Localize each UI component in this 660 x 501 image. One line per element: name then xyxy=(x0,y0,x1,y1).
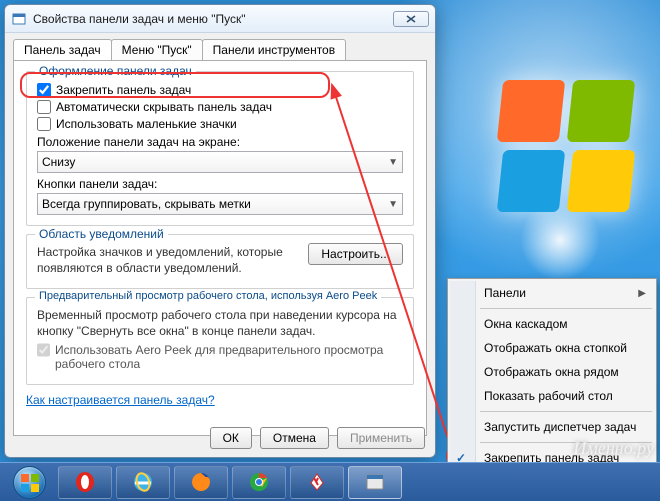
titlebar[interactable]: Свойства панели задач и меню "Пуск" xyxy=(5,5,435,33)
taskbar-app-yandex[interactable] xyxy=(290,466,344,499)
tab-startmenu[interactable]: Меню "Пуск" xyxy=(111,39,203,60)
cancel-button[interactable]: Отмена xyxy=(260,427,329,449)
opera-icon xyxy=(74,471,96,493)
group-heading: Оформление панели задач xyxy=(35,64,196,78)
menu-label: Показать рабочий стол xyxy=(484,389,613,403)
firefox-icon xyxy=(190,471,212,493)
menu-label: Отображать окна стопкой xyxy=(484,341,627,355)
group-aero-peek: Предварительный просмотр рабочего стола,… xyxy=(26,297,414,385)
taskbar-app-ie[interactable] xyxy=(116,466,170,499)
chrome-icon xyxy=(248,471,270,493)
close-icon xyxy=(406,15,416,23)
menu-item-task-manager[interactable]: Запустить диспетчер задач xyxy=(450,415,654,439)
label-autohide: Автоматически скрывать панель задач xyxy=(56,100,272,114)
tab-page: Оформление панели задач Закрепить панель… xyxy=(13,60,427,436)
taskbar[interactable] xyxy=(0,462,660,501)
dialog-buttons: ОК Отмена Применить xyxy=(210,427,425,449)
label-smallicons: Использовать маленькие значки xyxy=(56,117,237,131)
explorer-icon xyxy=(364,471,386,493)
apply-button[interactable]: Применить xyxy=(337,427,425,449)
help-link[interactable]: Как настраивается панель задач? xyxy=(26,393,215,407)
submenu-arrow-icon: ▶ xyxy=(638,288,646,299)
tab-taskbar[interactable]: Панель задач xyxy=(13,39,112,60)
group-heading: Область уведомлений xyxy=(35,227,168,241)
windows-logo xyxy=(500,80,640,220)
peek-desc: Временный просмотр рабочего стола при на… xyxy=(37,308,403,339)
menu-separator xyxy=(480,411,652,412)
start-button[interactable] xyxy=(4,466,54,499)
menu-item-show-desktop[interactable]: Показать рабочий стол xyxy=(450,384,654,408)
combo-buttons[interactable]: Всегда группировать, скрывать метки ▼ xyxy=(37,193,403,215)
label-position: Положение панели задач на экране: xyxy=(37,135,403,149)
taskbar-app-explorer[interactable] xyxy=(348,466,402,499)
ok-button[interactable]: ОК xyxy=(210,427,252,449)
checkbox-autohide[interactable] xyxy=(37,100,51,114)
group-notifications: Область уведомлений Настройка значков и … xyxy=(26,234,414,289)
menu-separator xyxy=(480,442,652,443)
label-aero-peek: Использовать Aero Peek для предварительн… xyxy=(55,343,403,371)
menu-item-panels[interactable]: Панели ▶ xyxy=(450,281,654,305)
notif-desc: Настройка значков и уведомлений, которые… xyxy=(37,245,298,276)
window-icon xyxy=(11,11,27,27)
group-heading: Предварительный просмотр рабочего стола,… xyxy=(35,290,381,302)
combo-position[interactable]: Снизу ▼ xyxy=(37,151,403,173)
menu-label: Отображать окна рядом xyxy=(484,365,619,379)
group-design: Оформление панели задач Закрепить панель… xyxy=(26,71,414,226)
combo-position-value: Снизу xyxy=(42,155,75,169)
chevron-down-icon: ▼ xyxy=(388,157,398,168)
label-buttons: Кнопки панели задач: xyxy=(37,177,403,191)
menu-item-cascade[interactable]: Окна каскадом xyxy=(450,312,654,336)
checkbox-small-icons[interactable] xyxy=(37,117,51,131)
taskbar-app-firefox[interactable] xyxy=(174,466,228,499)
label-lock: Закрепить панель задач xyxy=(56,83,191,97)
menu-item-sidebyside[interactable]: Отображать окна рядом xyxy=(450,360,654,384)
tab-strip: Панель задач Меню "Пуск" Панели инструме… xyxy=(13,39,427,60)
taskbar-app-opera[interactable] xyxy=(58,466,112,499)
menu-item-stack[interactable]: Отображать окна стопкой xyxy=(450,336,654,360)
ie-icon xyxy=(132,471,154,493)
dialog-title: Свойства панели задач и меню "Пуск" xyxy=(33,12,246,26)
menu-label: Панели xyxy=(484,286,526,300)
taskbar-app-chrome[interactable] xyxy=(232,466,286,499)
yandex-icon xyxy=(306,471,328,493)
checkbox-aero-peek[interactable] xyxy=(37,343,50,357)
checkbox-lock-taskbar[interactable] xyxy=(37,83,51,97)
customize-button[interactable]: Настроить... xyxy=(308,243,403,265)
close-button[interactable] xyxy=(393,11,429,27)
combo-buttons-value: Всегда группировать, скрывать метки xyxy=(42,197,251,211)
taskbar-properties-dialog: Свойства панели задач и меню "Пуск" Пане… xyxy=(4,4,436,458)
menu-label: Запустить диспетчер задач xyxy=(484,420,636,434)
menu-label: Окна каскадом xyxy=(484,317,568,331)
chevron-down-icon: ▼ xyxy=(388,199,398,210)
tab-toolbars[interactable]: Панели инструментов xyxy=(202,39,346,60)
menu-separator xyxy=(480,308,652,309)
